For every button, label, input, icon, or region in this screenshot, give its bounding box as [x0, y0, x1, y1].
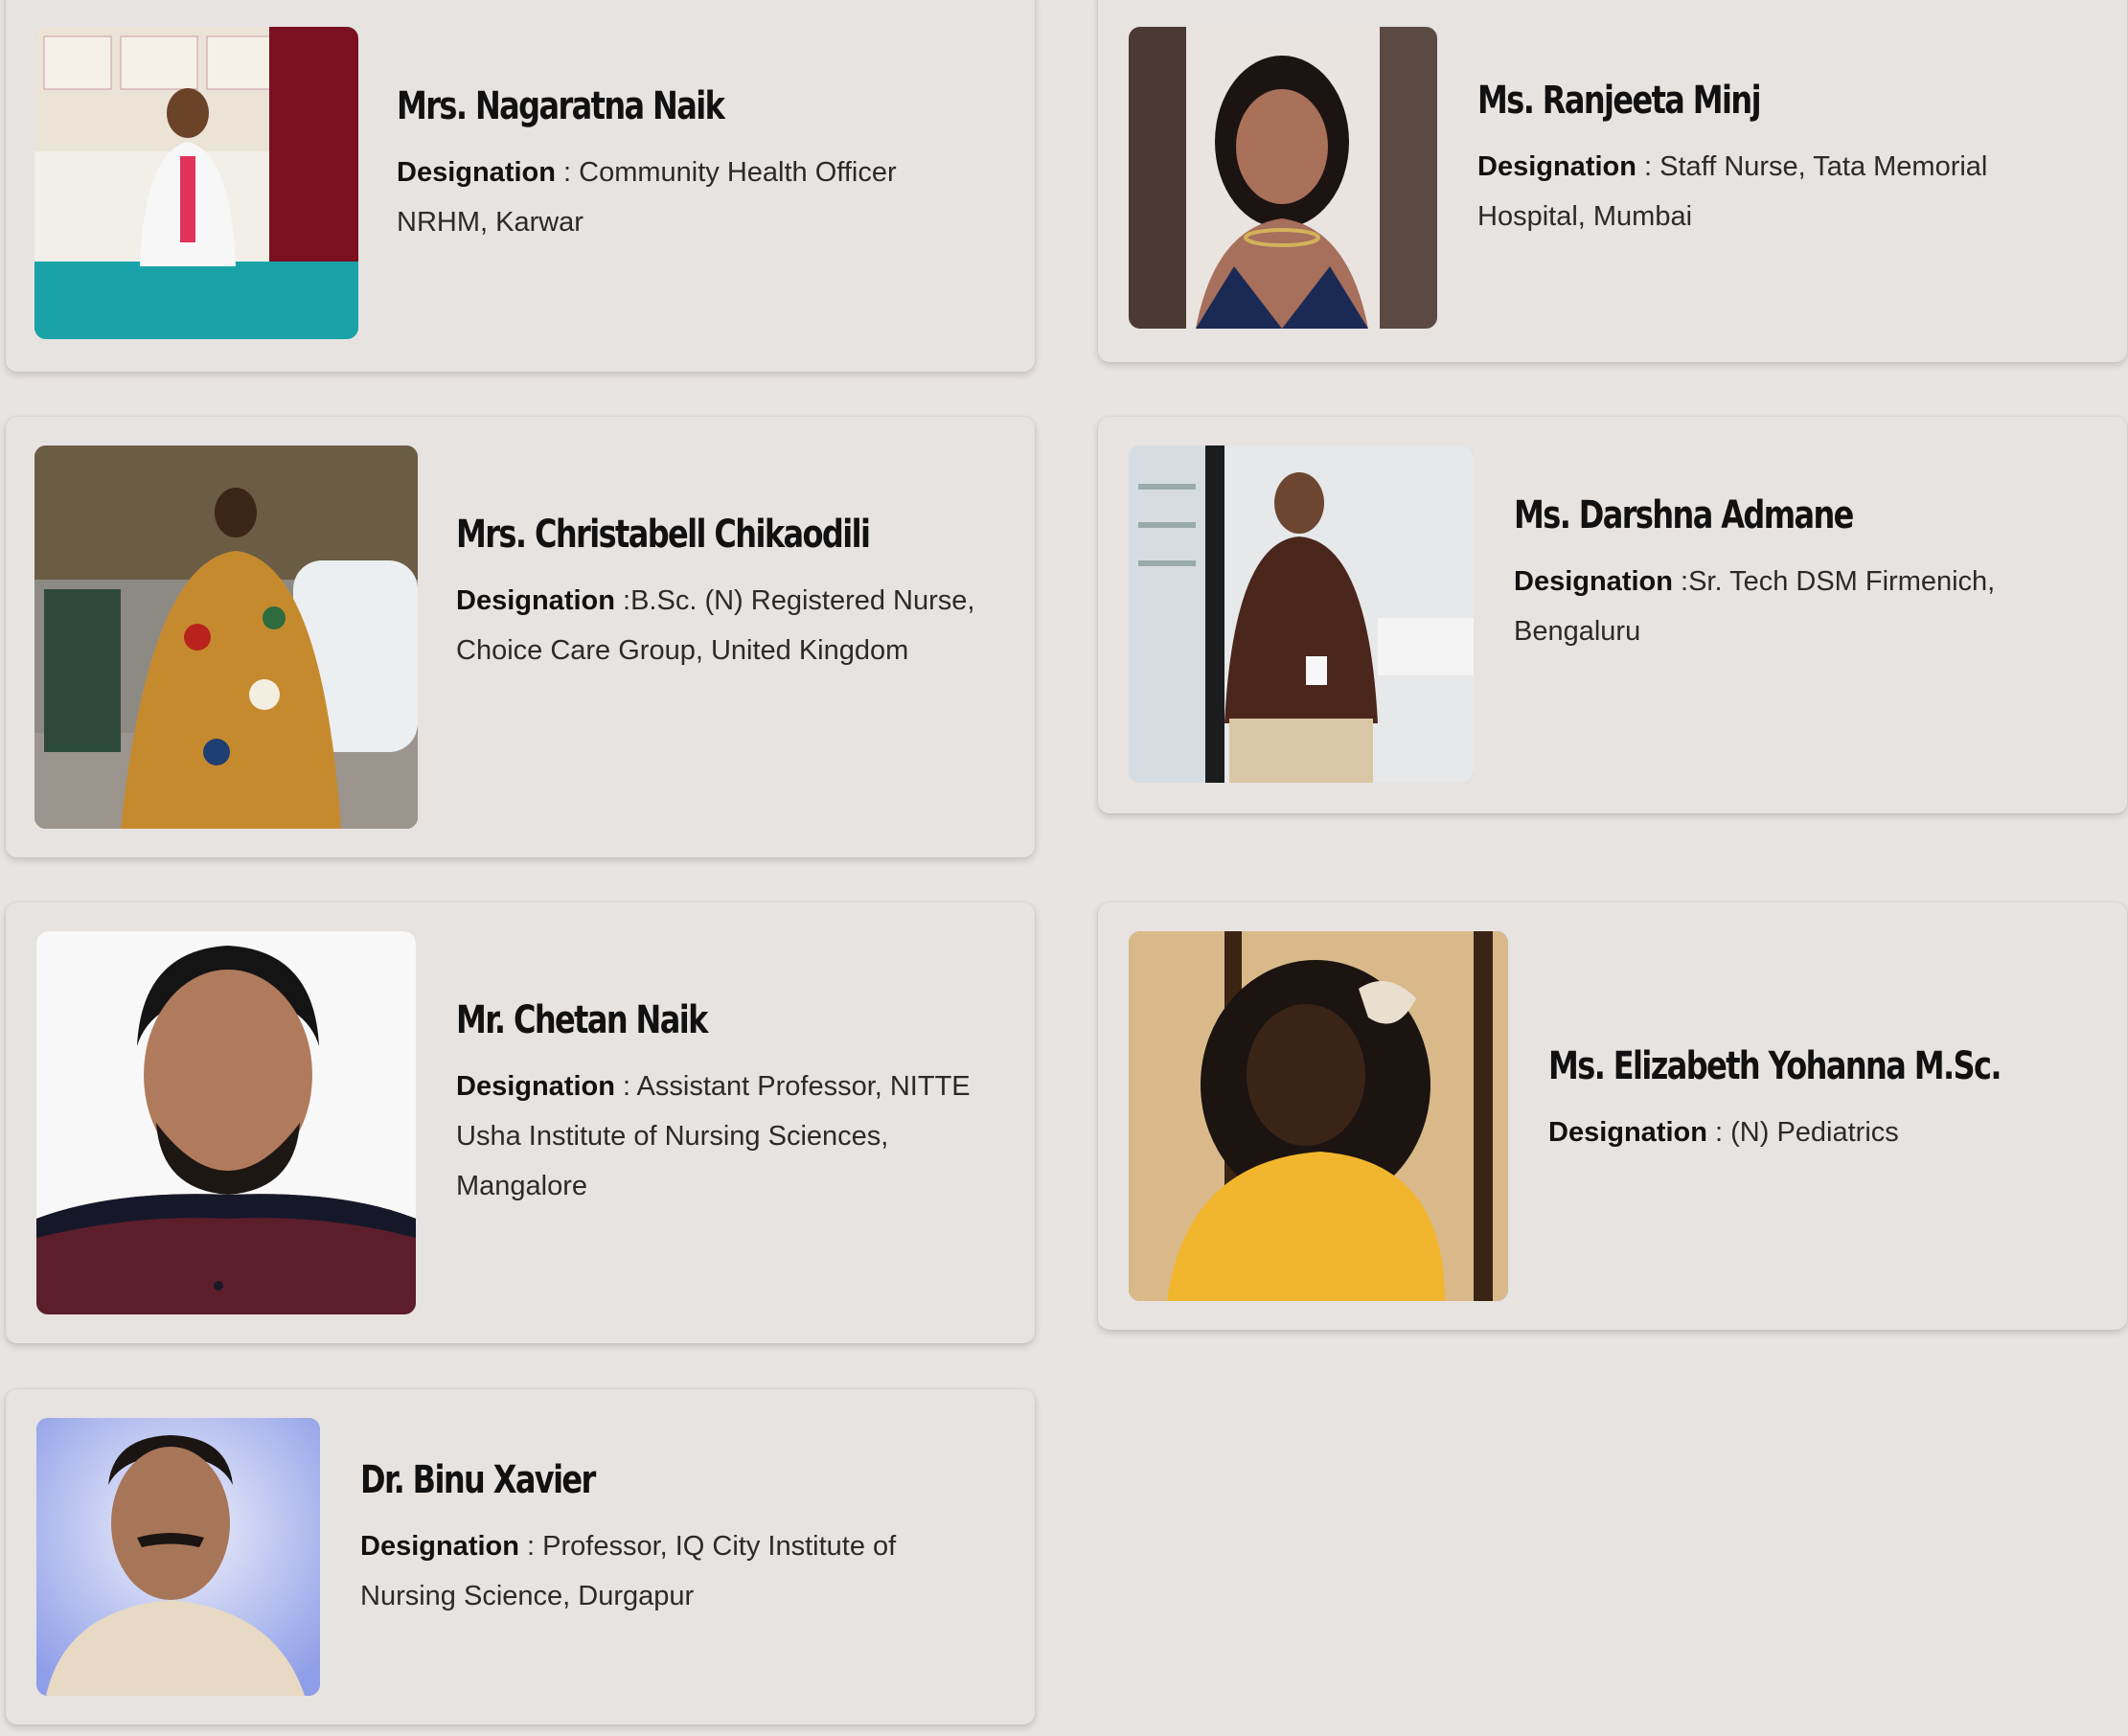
person-card: Ms. Ranjeeta Minj Designation : Staff Nu… [1098, 0, 2127, 362]
person-card: Dr. Binu Xavier Designation : Professor,… [6, 1389, 1035, 1725]
person-info: Mr. Chetan Naik Designation : Assistant … [456, 998, 1021, 1211]
designation-label: Designation [456, 585, 615, 616]
person-info: Dr. Binu Xavier Designation : Professor,… [360, 1458, 983, 1621]
person-photo [34, 27, 358, 339]
person-photo [34, 445, 418, 829]
designation-label: Designation [1514, 566, 1673, 597]
person-name: Mrs. Nagaratna Naik [397, 84, 725, 128]
person-name: Ms. Elizabeth Yohanna M.Sc. [1548, 1044, 2002, 1088]
person-info: Ms. Ranjeeta Minj Designation : Staff Nu… [1477, 79, 2091, 241]
person-card: Ms. Darshna Admane Designation :Sr. Tech… [1098, 417, 2127, 813]
person-designation: Designation :B.Sc. (N) Registered Nurse,… [456, 576, 1021, 675]
person-info: Mrs. Christabell Chikaodili Designation … [456, 513, 1021, 675]
designation-label: Designation [1477, 151, 1636, 182]
person-photo [1129, 27, 1437, 329]
designation-label: Designation [397, 157, 556, 188]
person-card: Mrs. Nagaratna Naik Designation : Commun… [6, 0, 1035, 372]
person-designation: Designation : (N) Pediatrics [1548, 1108, 2104, 1157]
designation-label: Designation [360, 1531, 519, 1562]
person-card: Ms. Elizabeth Yohanna M.Sc. Designation … [1098, 902, 2127, 1330]
person-card: Mrs. Christabell Chikaodili Designation … [6, 417, 1035, 857]
person-photo [1129, 931, 1508, 1301]
person-card: Mr. Chetan Naik Designation : Assistant … [6, 902, 1035, 1343]
person-designation: Designation : Staff Nurse, Tata Memorial… [1477, 142, 2091, 241]
person-name: Ms. Darshna Admane [1514, 493, 1854, 537]
person-designation: Designation : Community Health Officer N… [397, 148, 991, 247]
person-designation: Designation : Professor, IQ City Institu… [360, 1521, 983, 1621]
designation-label: Designation [1548, 1117, 1707, 1148]
person-info: Ms. Darshna Admane Designation :Sr. Tech… [1514, 493, 2089, 656]
faculty-card-grid: Mrs. Nagaratna Naik Designation : Commun… [0, 0, 2128, 1736]
person-designation: Designation :Sr. Tech DSM Firmenich, Ben… [1514, 557, 2089, 656]
designation-label: Designation [456, 1071, 615, 1102]
person-photo [36, 1418, 320, 1696]
person-name: Mr. Chetan Naik [456, 998, 708, 1042]
person-info: Ms. Elizabeth Yohanna M.Sc. Designation … [1548, 1044, 2104, 1157]
designation-value: : (N) Pediatrics [1706, 1117, 1899, 1148]
person-photo [1129, 445, 1474, 783]
person-name: Ms. Ranjeeta Minj [1477, 79, 1762, 123]
person-name: Dr. Binu Xavier [360, 1458, 596, 1502]
person-photo [36, 931, 416, 1314]
person-info: Mrs. Nagaratna Naik Designation : Commun… [397, 84, 991, 247]
person-name: Mrs. Christabell Chikaodili [456, 513, 871, 557]
person-designation: Designation : Assistant Professor, NITTE… [456, 1062, 1021, 1211]
